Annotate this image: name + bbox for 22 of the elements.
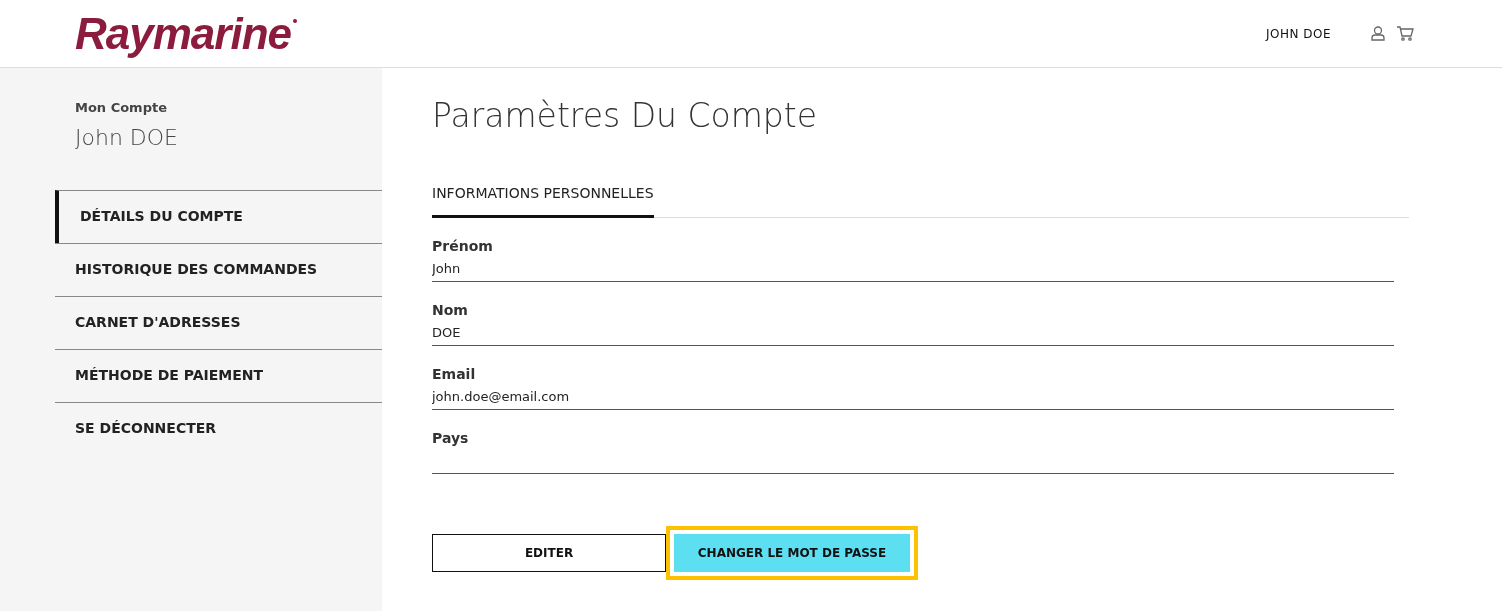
field-label: Prénom (432, 238, 494, 254)
user-name: JOHN DOE (1265, 26, 1331, 41)
logo[interactable]: Raymarine (75, 8, 297, 59)
input-field[interactable]: John (432, 254, 1394, 282)
account-caption: Mon Compte (75, 100, 168, 115)
page-title: Paramètres Du Compte (432, 96, 819, 135)
sidebar-item[interactable]: HISTORIQUE DES COMMANDES (55, 243, 382, 296)
account-name: John DOE (75, 125, 179, 150)
sidebar-item[interactable]: MÉTHODE DE PAIEMENT (55, 349, 382, 402)
input-field[interactable]: DOE (432, 318, 1394, 346)
field-label: Email (432, 366, 477, 382)
cart-icon[interactable] (1397, 26, 1414, 41)
field-label: Nom (432, 302, 469, 318)
field-label: Pays (432, 430, 470, 446)
edit-button[interactable]: EDITER (432, 534, 666, 572)
sidebar-item[interactable]: DÉTAILS DU COMPTE (55, 190, 382, 243)
user-icon[interactable] (1371, 26, 1385, 41)
change-password-button[interactable]: CHANGER LE MOT DE PASSE (674, 534, 910, 572)
input-field[interactable]: john.doe@email.com (432, 382, 1394, 410)
sidebar-item[interactable]: CARNET D'ADRESSES (55, 296, 382, 349)
tab[interactable]: INFORMATIONS PERSONNELLES (432, 185, 654, 218)
sidebar-item[interactable]: SE DÉCONNECTER (55, 402, 382, 455)
